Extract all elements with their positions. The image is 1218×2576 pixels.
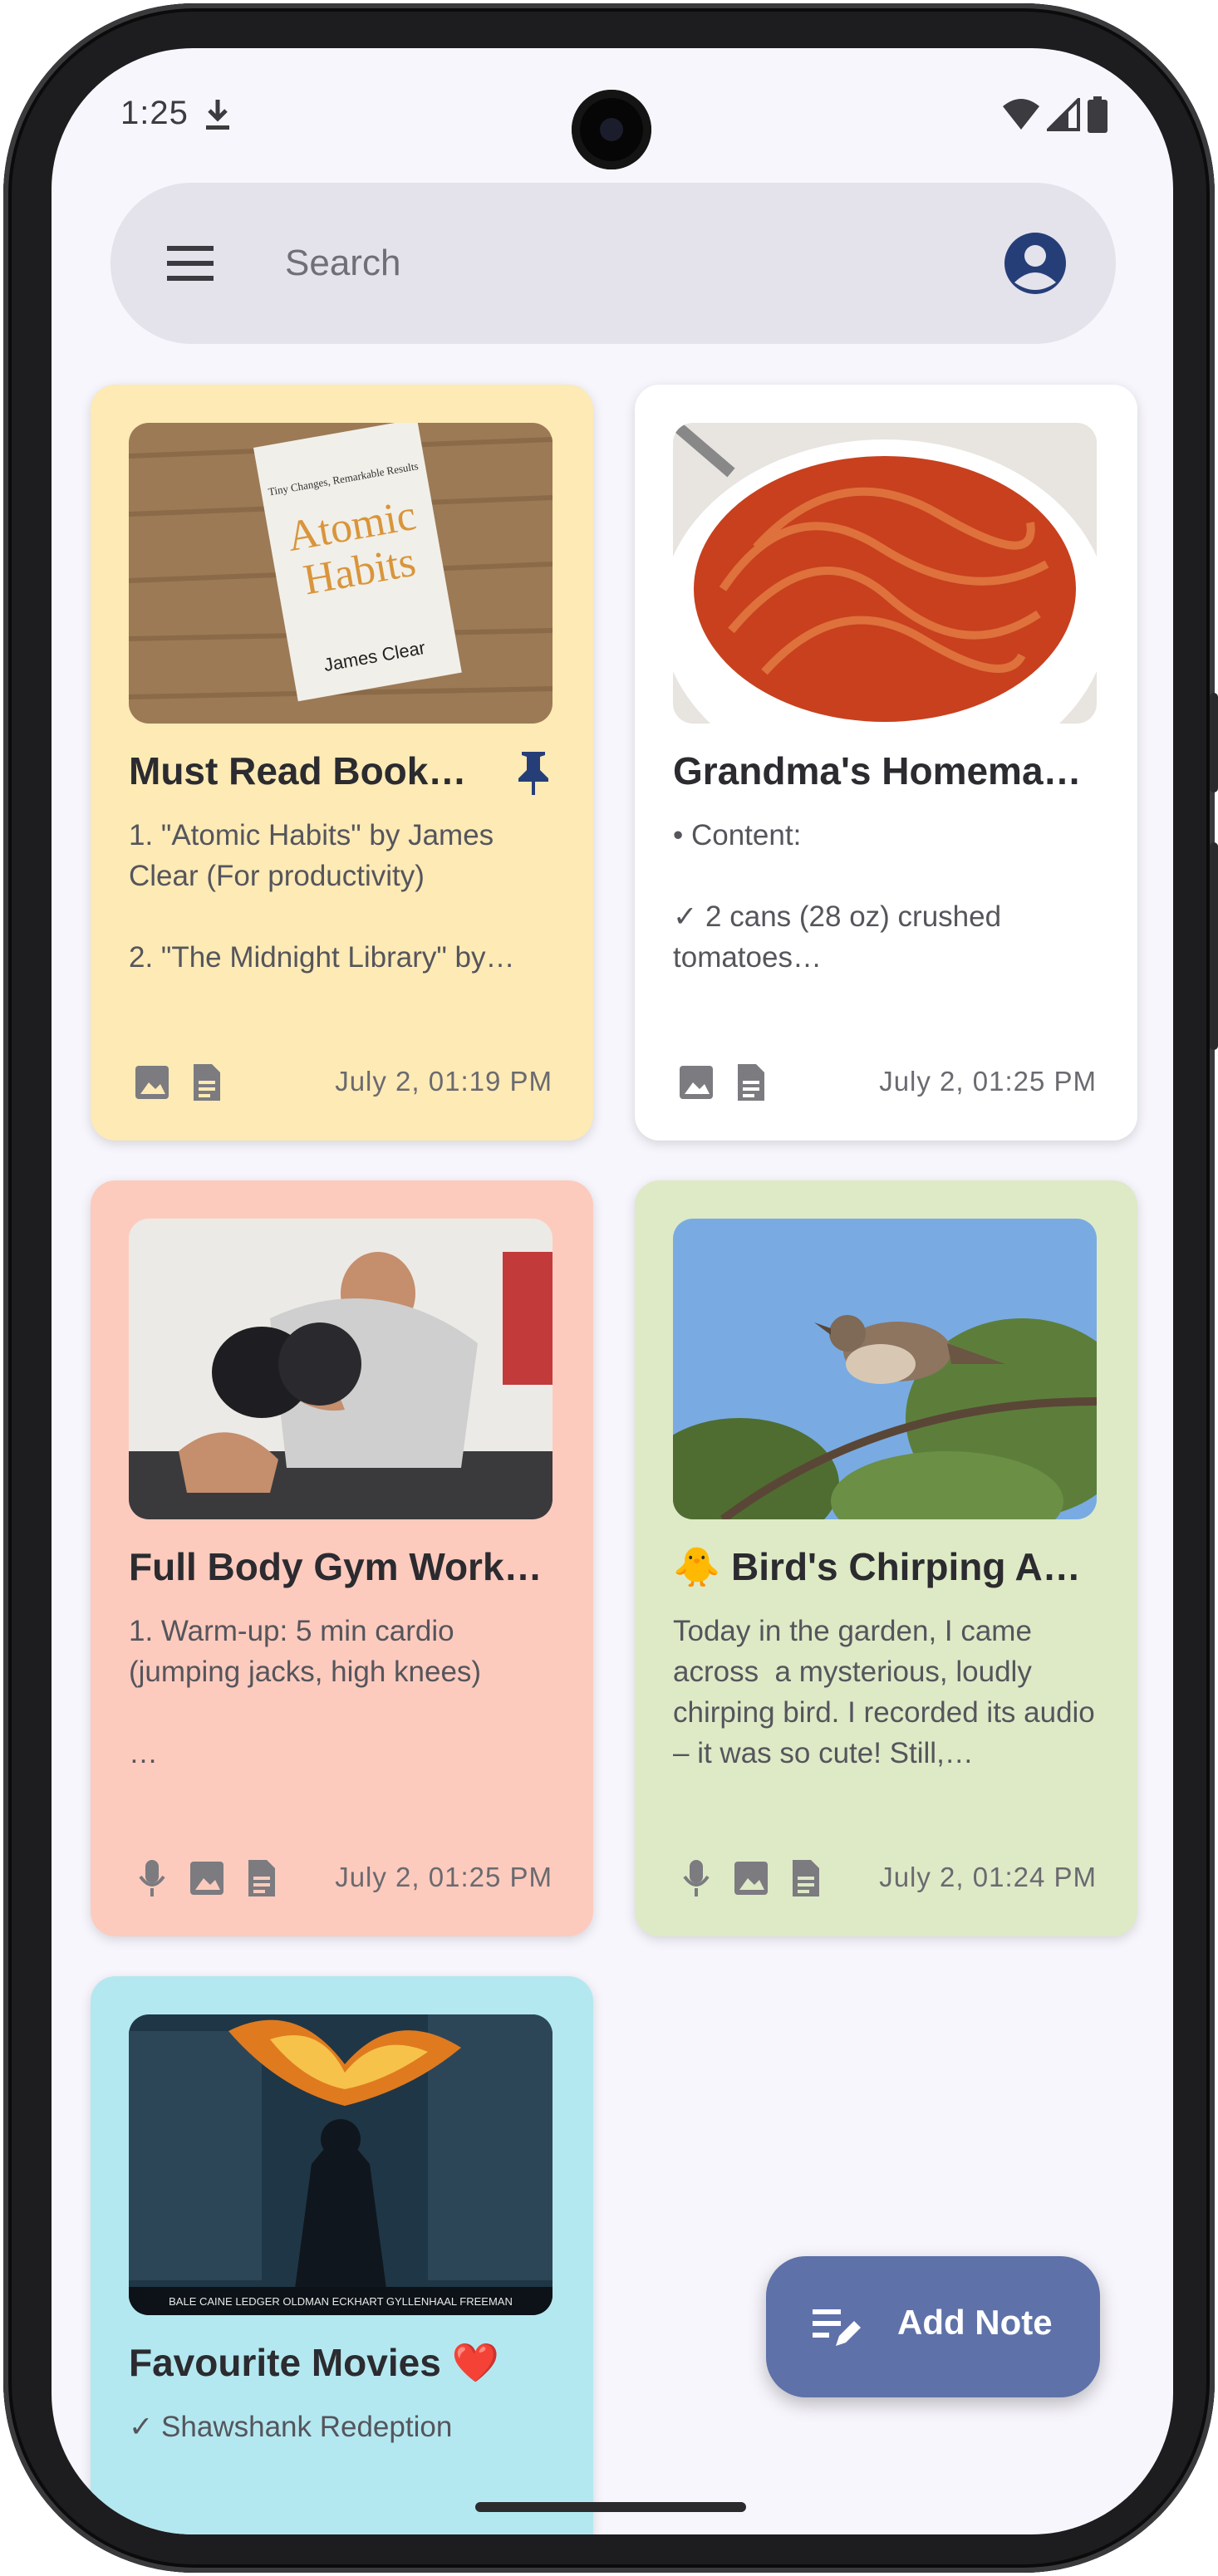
note-body: ✓ Shawshank Redeption (129, 2411, 453, 2443)
signal-icon (1047, 98, 1080, 131)
note-footer: July 2, 01:24 PM (673, 1852, 1097, 1901)
image-icon (134, 1062, 170, 1102)
edit-note-icon (813, 2309, 861, 2346)
document-icon (733, 1062, 769, 1102)
wifi-icon (1003, 99, 1039, 130)
status-time: 1:25 (120, 95, 189, 131)
note-card[interactable]: Tiny Changes, Remarkable Results Atomic … (91, 385, 593, 1141)
note-card[interactable]: BALE CAINE LEDGER OLDMAN ECKHART GYLLENH… (91, 1976, 593, 2534)
note-title: Full Body Gym Worko… (129, 1545, 553, 1588)
note-footer: July 2, 01:25 PM (673, 1056, 1097, 1106)
document-icon (788, 1858, 824, 1898)
note-footer: July 2, 01:19 PM (129, 1056, 553, 1106)
note-image: BALE CAINE LEDGER OLDMAN ECKHART GYLLENH… (129, 2014, 553, 2315)
note-title: Grandma's Homema… (673, 749, 1082, 792)
note-image (673, 423, 1097, 724)
hamburger-menu-icon[interactable] (165, 243, 215, 284)
search-input[interactable] (285, 233, 950, 294)
note-date: July 2, 01:24 PM (879, 1862, 1097, 1892)
screen: 1:25 Search Tiny Changes, Remarkable Res… (52, 48, 1173, 2534)
phone-frame: 1:25 Search Tiny Changes, Remarkable Res… (3, 3, 1218, 2573)
document-icon (243, 1858, 280, 1898)
note-body: 1. Warm-up: 5 min cardio (jumping jacks,… (129, 1615, 482, 1769)
note-date: July 2, 01:19 PM (335, 1066, 553, 1097)
add-note-button[interactable]: Add Note (766, 2256, 1100, 2397)
mic-icon (678, 1858, 715, 1898)
note-image (673, 1219, 1097, 1519)
note-body: 1. "Atomic Habits" by James Clear (For p… (129, 819, 515, 974)
note-title: Must Read Books… (129, 749, 478, 792)
note-date: July 2, 01:25 PM (879, 1066, 1097, 1097)
note-body: • Content: ✓ 2 cans (28 oz) crushed toma… (673, 819, 1002, 974)
status-bar: 1:25 (52, 48, 1173, 189)
note-image (129, 1219, 553, 1519)
note-card[interactable]: Grandma's Homema… • Content: ✓ 2 cans (2… (635, 385, 1137, 1141)
add-note-label: Add Note (897, 2303, 1053, 2342)
image-icon (733, 1858, 769, 1898)
gesture-bar[interactable] (475, 2502, 746, 2512)
power-button (1210, 693, 1218, 792)
note-title: Favourite Movies ❤️ (129, 2341, 499, 2384)
movie-poster-cast: BALE CAINE LEDGER OLDMAN ECKHART GYLLENH… (169, 2295, 513, 2308)
battery-icon (1088, 96, 1107, 133)
note-card[interactable]: 🐥 Bird's Chirping Au… Today in the garde… (635, 1180, 1137, 1936)
front-camera (572, 90, 651, 169)
mic-icon (134, 1858, 170, 1898)
image-icon (678, 1062, 715, 1102)
download-icon (206, 100, 229, 130)
note-date: July 2, 01:25 PM (335, 1862, 553, 1892)
search-bar (111, 183, 1116, 344)
note-title: 🐥 Bird's Chirping Au… (673, 1545, 1097, 1588)
image-icon (189, 1858, 225, 1898)
note-footer: July 2, 01:25 PM (129, 1852, 553, 1901)
note-card[interactable]: Full Body Gym Worko… 1. Warm-up: 5 min c… (91, 1180, 593, 1936)
account-avatar-icon[interactable] (1003, 231, 1068, 296)
document-icon (189, 1062, 225, 1102)
note-image: Tiny Changes, Remarkable Results Atomic … (129, 423, 553, 724)
pin-icon[interactable] (515, 750, 552, 795)
volume-button (1210, 842, 1218, 1050)
note-body: Today in the garden, I came across a mys… (673, 1615, 1095, 1769)
